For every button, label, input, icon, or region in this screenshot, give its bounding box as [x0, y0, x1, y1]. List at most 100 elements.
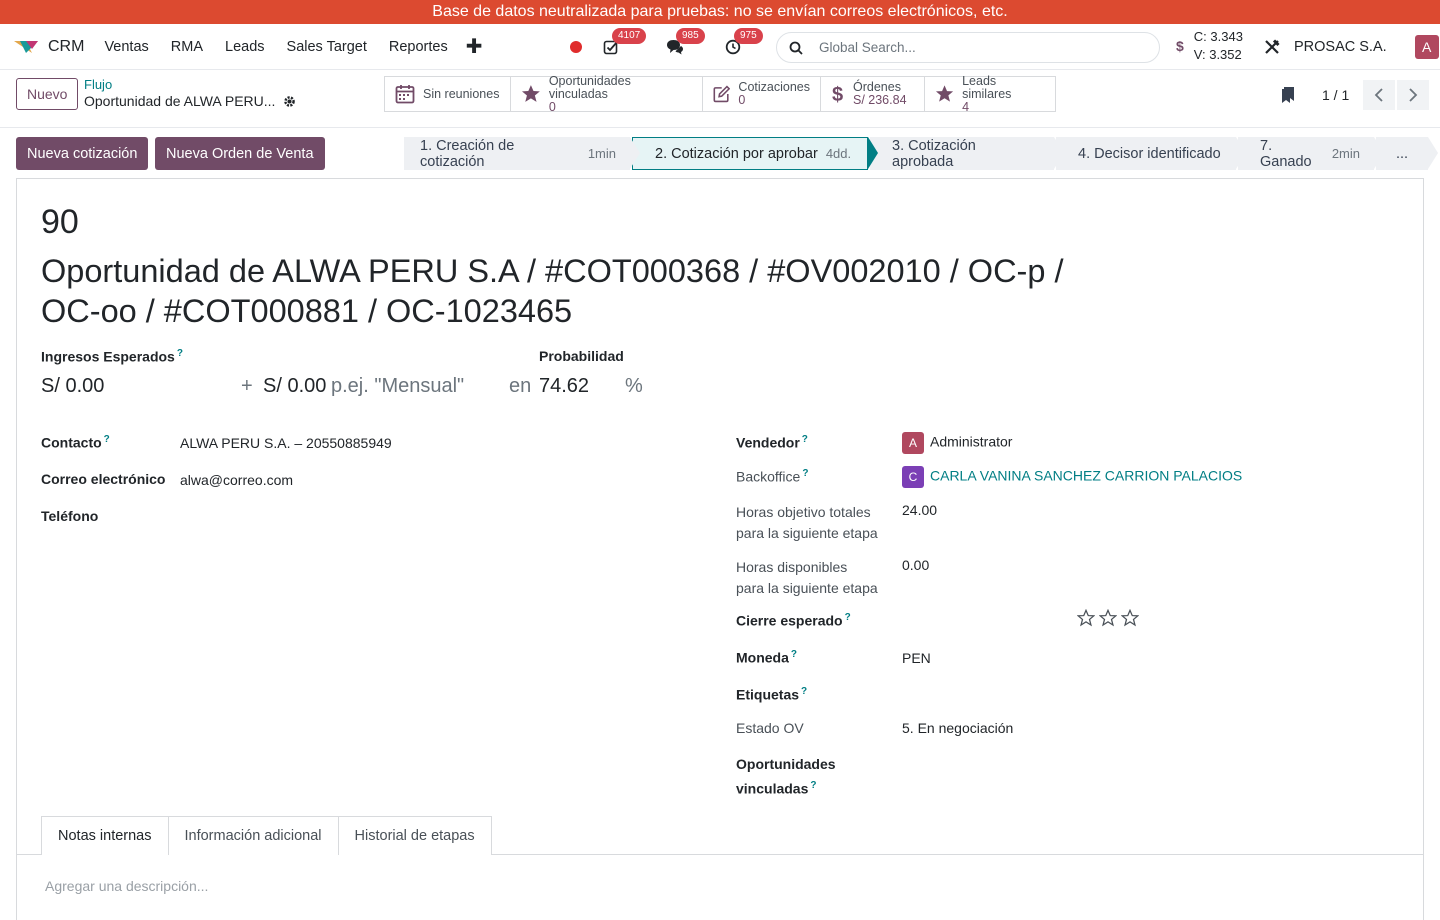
help-tooltip-icon[interactable]: ?: [810, 780, 816, 791]
menu-ventas[interactable]: Ventas: [104, 39, 148, 55]
stage-label: 1. Creación de cotización: [420, 137, 515, 170]
plus-sign: +: [241, 375, 253, 397]
salesperson-name: Administrator: [930, 433, 1013, 450]
expected-revenue-label: Ingresos Esperados?: [41, 348, 183, 365]
recurring-revenue-field[interactable]: S/ 0.00: [263, 375, 326, 398]
contact-field[interactable]: ALWA PERU S.A. – 20550885949: [180, 435, 392, 451]
pager-next-button[interactable]: [1397, 80, 1430, 110]
currency-field[interactable]: PEN: [902, 650, 931, 666]
orders-smart-button[interactable]: $ Órdenes S/ 236.84: [821, 77, 925, 111]
ov-state-field: 5. En negociación: [902, 720, 1014, 736]
calendar-icon: [395, 85, 415, 104]
breadcrumb-parent-link[interactable]: Flujo: [84, 76, 296, 93]
new-sale-order-button[interactable]: Nueva Orden de Venta: [155, 137, 325, 170]
quotations-smart-button[interactable]: Cotizaciones 0: [703, 77, 821, 111]
bookmark-icon[interactable]: [1280, 86, 1296, 104]
similar-leads-smart-button[interactable]: Leads similares 4: [925, 73, 1055, 113]
stage-more-label: ...: [1396, 145, 1409, 162]
similar-leads-label: Leads similares: [962, 73, 1012, 101]
available-hours-field: 0.00: [902, 557, 930, 573]
tags-field[interactable]: [902, 683, 1402, 705]
email-field[interactable]: alwa@correo.com: [180, 472, 293, 488]
timers-badge: 975: [734, 28, 763, 44]
user-avatar[interactable]: A: [1414, 35, 1439, 59]
help-tooltip-icon[interactable]: ?: [845, 612, 851, 623]
quotations-value: 0: [738, 93, 746, 107]
available-hours-label: Horas disponibles para la siguiente etapa: [736, 559, 878, 596]
opportunity-title-field[interactable]: Oportunidad de ALWA PERU S.A / #COT00036…: [41, 251, 1081, 331]
salesperson-field[interactable]: A Administrator: [902, 432, 1012, 454]
chevron-right-icon: [1409, 88, 1418, 102]
chevron-left-icon: [1374, 88, 1383, 102]
priority-number[interactable]: 90: [41, 203, 79, 242]
stage-label: 3. Cotización aprobada: [892, 137, 976, 170]
phone-label: Teléfono: [41, 508, 99, 524]
backoffice-field[interactable]: C CARLA VANINA SANCHEZ CARRION PALACIOS: [902, 466, 1242, 488]
recurring-plan-field[interactable]: p.ej. "Mensual": [331, 375, 464, 398]
breadcrumb: Flujo Oportunidad de ALWA PERU...: [84, 76, 296, 110]
star-outline-icon[interactable]: [1099, 609, 1117, 627]
stage-ganado[interactable]: 7. Ganado 2min: [1238, 137, 1384, 170]
tab-notas-internas[interactable]: Notas internas: [41, 816, 169, 855]
stage-cotizacion-por-aprobar[interactable]: 2. Cotización por aprobar 4dd.: [632, 137, 878, 170]
statusbar-row: Nueva cotización Nueva Orden de Venta 1.…: [0, 137, 1440, 171]
stage-decisor-identificado[interactable]: 4. Decisor identificado: [1056, 137, 1246, 170]
global-search[interactable]: [776, 32, 1160, 63]
help-tooltip-icon[interactable]: ?: [802, 468, 808, 479]
tab-informacion-adicional[interactable]: Información adicional: [167, 816, 339, 855]
quotations-label: Cotizaciones: [738, 80, 810, 94]
stage-duration: 1min: [587, 146, 616, 161]
menu-leads[interactable]: Leads: [225, 39, 265, 55]
help-tooltip-icon[interactable]: ?: [177, 348, 183, 359]
pager: 1 / 1: [1280, 80, 1430, 110]
app-logo[interactable]: CRM: [12, 37, 84, 57]
quick-create-plus-icon[interactable]: ✚: [466, 34, 483, 59]
backoffice-name[interactable]: CARLA VANINA SANCHEZ CARRION PALACIOS: [930, 468, 1242, 484]
stage-label: 2. Cotización por aprobar: [655, 145, 818, 162]
notebook-tabs: Notas internas Información adicional His…: [41, 816, 492, 855]
search-icon: [789, 41, 803, 55]
pager-previous-button[interactable]: [1363, 80, 1396, 110]
tab-historial-etapas[interactable]: Historial de etapas: [337, 816, 492, 855]
linked-opportunities-field[interactable]: [902, 754, 1402, 776]
activities-icon[interactable]: 4107: [602, 28, 647, 56]
menu-sales-target[interactable]: Sales Target: [287, 39, 367, 55]
help-tooltip-icon[interactable]: ?: [802, 434, 808, 445]
stage-label: 4. Decisor identificado: [1078, 145, 1221, 162]
dollar-icon: $: [1176, 38, 1184, 54]
description-editor[interactable]: Agregar una descripción...: [45, 878, 208, 894]
backoffice-avatar: C: [902, 466, 924, 488]
percent-sign: %: [625, 375, 643, 397]
help-tooltip-icon[interactable]: ?: [791, 649, 797, 660]
global-search-input[interactable]: [819, 40, 1119, 55]
record-icon[interactable]: [570, 41, 582, 53]
menu-rma[interactable]: RMA: [171, 39, 203, 55]
new-quotation-button[interactable]: Nueva cotización: [16, 137, 149, 170]
probability-field[interactable]: 74.62: [539, 375, 589, 398]
star-outline-icon[interactable]: [1121, 609, 1139, 627]
phone-field[interactable]: [180, 505, 700, 527]
messages-icon[interactable]: 985: [666, 28, 705, 56]
help-tooltip-icon[interactable]: ?: [801, 686, 807, 697]
linked-opportunities-smart-button[interactable]: Oportunidades vinculadas 0: [511, 74, 703, 113]
new-record-button[interactable]: Nuevo: [16, 78, 79, 110]
expected-revenue-field[interactable]: S/ 0.00: [41, 375, 104, 398]
stage-creacion-cotizacion[interactable]: 1. Creación de cotización 1min: [404, 137, 640, 170]
company-switcher[interactable]: PROSAC S.A. A: [1264, 24, 1439, 70]
expected-close-date-field[interactable]: [902, 609, 1072, 631]
form-sheet: 90 Oportunidad de ALWA PERU S.A / #COT00…: [16, 178, 1424, 920]
gear-icon[interactable]: [283, 95, 296, 108]
currency-label: Moneda?: [736, 649, 797, 666]
neutralized-db-banner: Base de datos neutralizada para pruebas:…: [0, 0, 1440, 24]
tools-icon: [1265, 39, 1280, 54]
priority-stars: [1077, 609, 1139, 627]
meetings-smart-button[interactable]: Sin reuniones: [385, 77, 511, 111]
probability-label: Probabilidad: [539, 348, 624, 364]
menu-reportes[interactable]: Reportes: [389, 39, 448, 55]
star-outline-icon[interactable]: [1077, 609, 1095, 627]
pager-value[interactable]: 1 / 1: [1322, 87, 1349, 103]
stage-cotizacion-aprobada[interactable]: 3. Cotización aprobada: [870, 137, 1064, 170]
help-tooltip-icon[interactable]: ?: [104, 434, 110, 445]
svg-text:$: $: [832, 84, 843, 105]
timesheet-timer-icon[interactable]: 975: [724, 28, 763, 56]
